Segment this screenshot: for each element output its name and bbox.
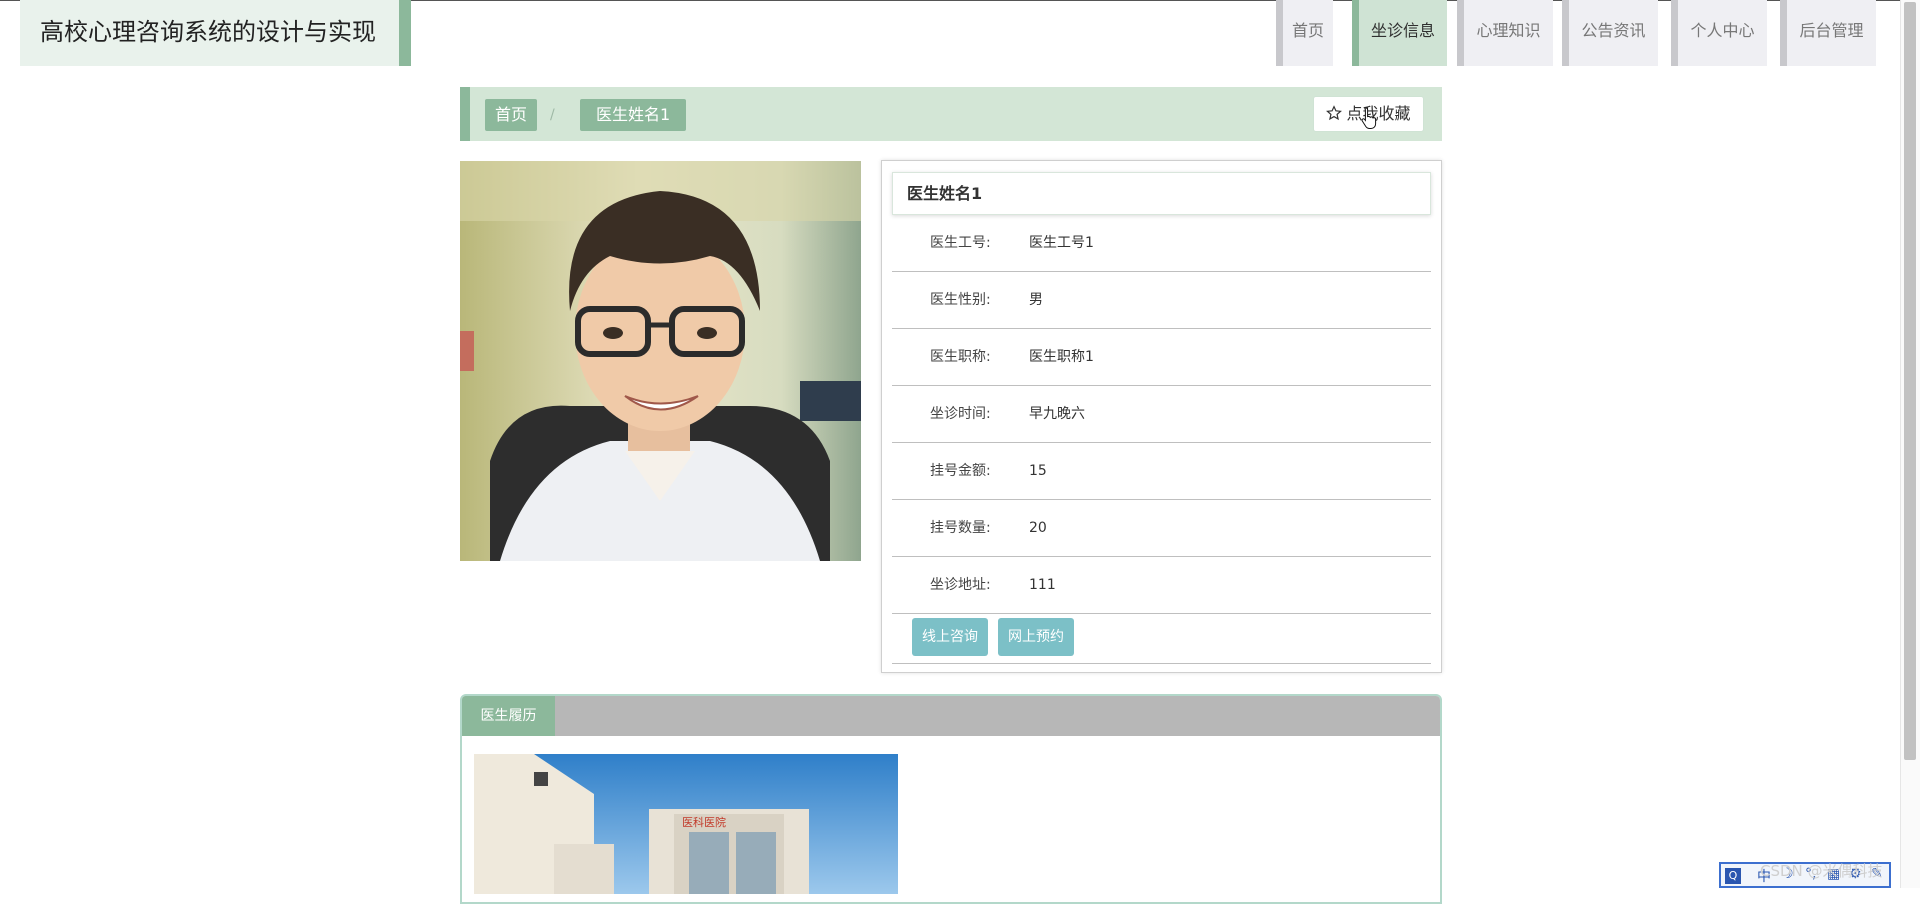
doctor-name: 医生姓名1 — [892, 172, 1431, 215]
nav-item-personal-center[interactable]: 个人中心 — [1671, 0, 1767, 66]
scrollbar-thumb[interactable] — [1904, 2, 1916, 760]
info-label: 挂号数量: — [930, 520, 991, 536]
hand-cursor-icon — [1361, 107, 1377, 129]
nav-item-psych-knowledge[interactable]: 心理知识 — [1457, 0, 1553, 66]
hospital-image: 医科医院 — [474, 754, 898, 894]
nav-item-admin[interactable]: 后台管理 — [1780, 0, 1876, 66]
online-consult-button[interactable]: 线上咨询 — [912, 618, 988, 656]
info-value: 111 — [1029, 577, 1056, 593]
info-row-consult-time: 坐诊时间: 早九晚六 — [892, 386, 1431, 443]
nav-item-consult-info[interactable]: 坐诊信息 — [1352, 0, 1447, 66]
info-row-doctor-id: 医生工号: 医生工号1 — [892, 215, 1431, 272]
resume-tab-bar: 医生履历 — [462, 696, 1440, 736]
info-label: 医生职称: — [930, 349, 991, 365]
info-label: 医生工号: — [930, 235, 991, 251]
favorite-button-label: 点我收藏 — [1346, 104, 1411, 123]
breadcrumb-separator: / — [550, 107, 555, 123]
info-label: 医生性别: — [930, 292, 991, 308]
info-row-quota: 挂号数量: 20 — [892, 500, 1431, 557]
online-reserve-button[interactable]: 网上预约 — [998, 618, 1074, 656]
info-value: 15 — [1029, 463, 1047, 479]
hospital-sign-text: 医科医院 — [682, 815, 726, 829]
resume-section: 医生履历 医科医院 — [460, 694, 1442, 904]
watermark: CSDN @米偶科技 — [1760, 862, 1883, 880]
info-row-title: 医生职称: 医生职称1 — [892, 329, 1431, 386]
info-value: 早九晚六 — [1029, 406, 1085, 422]
info-value: 医生工号1 — [1029, 235, 1094, 251]
star-icon — [1326, 105, 1343, 121]
breadcrumb-current: 医生姓名1 — [580, 99, 687, 131]
nav-item-home[interactable]: 首页 — [1276, 0, 1333, 66]
doctor-photo — [460, 161, 861, 561]
info-value: 男 — [1029, 292, 1043, 308]
info-label: 坐诊地址: — [930, 577, 991, 593]
info-row-address: 坐诊地址: 111 — [892, 557, 1431, 614]
breadcrumb: 首页 / 医生姓名1 — [460, 87, 1442, 141]
tab-doctor-resume[interactable]: 医生履历 — [462, 696, 555, 736]
breadcrumb-home[interactable]: 首页 — [485, 99, 538, 131]
nav-item-announcements[interactable]: 公告资讯 — [1562, 0, 1658, 66]
info-label: 坐诊时间: — [930, 406, 991, 422]
info-value: 20 — [1029, 520, 1047, 536]
search-icon[interactable]: Q — [1725, 868, 1741, 884]
info-row-fee: 挂号金额: 15 — [892, 443, 1431, 500]
doctor-info-panel: 医生姓名1 医生工号: 医生工号1 医生性别: 男 医生职称: 医生职称1 坐诊… — [881, 160, 1442, 673]
action-row: 线上咨询 网上预约 — [892, 612, 1431, 664]
site-title: 高校心理咨询系统的设计与实现 — [20, 0, 411, 66]
info-label: 挂号金额: — [930, 463, 991, 479]
info-value: 医生职称1 — [1029, 349, 1094, 365]
info-row-gender: 医生性别: 男 — [892, 272, 1431, 329]
